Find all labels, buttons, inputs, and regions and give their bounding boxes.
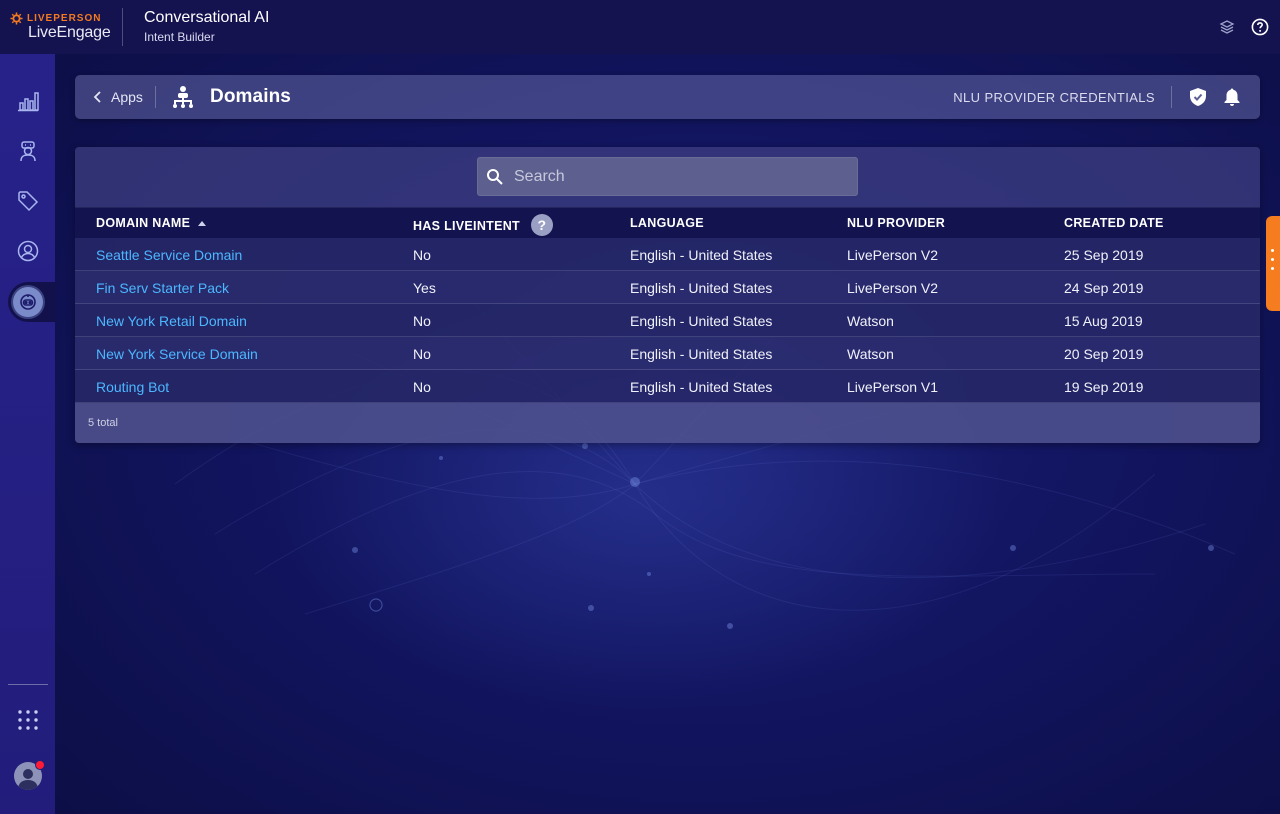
language-cell: English - United States <box>630 379 773 395</box>
created-date-cell: 25 Sep 2019 <box>1064 247 1144 263</box>
app-window: LIVEPERSON LiveEngage Conversational AI … <box>0 0 1280 814</box>
rail-item-tags[interactable] <box>0 181 55 221</box>
rail-item-apps-grid[interactable] <box>0 700 55 740</box>
column-label: NLU PROVIDER <box>847 216 946 230</box>
domain-name-link[interactable]: Routing Bot <box>96 379 169 395</box>
bell-icon[interactable] <box>1222 87 1242 107</box>
nlu-provider-cell: LivePerson V2 <box>847 280 939 296</box>
has-liveintent-cell: Yes <box>413 280 436 296</box>
bot-icon <box>19 294 36 310</box>
left-nav-rail <box>0 54 56 814</box>
created-date-cell: 15 Aug 2019 <box>1064 313 1143 329</box>
domain-name-link[interactable]: Fin Serv Starter Pack <box>96 280 229 296</box>
created-date-cell: 20 Sep 2019 <box>1064 346 1144 362</box>
domain-name-link[interactable]: New York Service Domain <box>96 346 258 362</box>
header-divider <box>155 86 156 108</box>
app-subtitle: Intent Builder <box>144 30 215 44</box>
person-silhouette-icon <box>18 769 38 790</box>
table-header: DOMAIN NAME HAS LIVEINTENT ? LANGUAGE NL… <box>75 207 1260 238</box>
column-header-domain-name[interactable]: DOMAIN NAME <box>96 216 207 230</box>
nlu-provider-cell: LivePerson V2 <box>847 247 939 263</box>
table-body: Seattle Service Domain No English - Unit… <box>75 238 1260 403</box>
has-liveintent-cell: No <box>413 313 431 329</box>
question-mark-icon[interactable]: ? <box>530 214 553 236</box>
app-title: Conversational AI <box>144 9 270 26</box>
user-avatar[interactable] <box>14 760 45 790</box>
column-header-created-date: CREATED DATE <box>1064 216 1164 230</box>
nlu-provider-cell: Watson <box>847 313 894 329</box>
search-input[interactable] <box>514 167 834 186</box>
agent-icon <box>19 141 36 162</box>
column-header-nlu-provider: NLU PROVIDER <box>847 216 945 230</box>
page-title: Domains <box>210 86 291 107</box>
chevron-left-icon <box>93 91 101 103</box>
created-date-cell: 24 Sep 2019 <box>1064 280 1144 296</box>
domains-icon <box>173 86 193 108</box>
nlu-provider-cell: Watson <box>847 346 894 362</box>
column-label: LANGUAGE <box>630 216 704 230</box>
language-cell: English - United States <box>630 247 773 263</box>
column-label: HAS LIVEINTENT <box>413 219 520 233</box>
top-bar: LIVEPERSON LiveEngage Conversational AI … <box>0 0 1280 54</box>
has-liveintent-cell: No <box>413 247 431 263</box>
bar-chart-icon <box>17 92 39 112</box>
column-header-has-liveintent: HAS LIVEINTENT ? <box>413 214 553 236</box>
brand-liveperson-text: LIVEPERSON <box>27 12 102 24</box>
has-liveintent-cell: No <box>413 379 431 395</box>
side-panel-tab[interactable] <box>1266 216 1280 311</box>
table-row[interactable]: New York Service Domain No English - Uni… <box>75 337 1260 370</box>
user-circle-icon <box>17 240 38 262</box>
back-to-apps-link[interactable]: Apps <box>93 87 143 107</box>
rail-item-analytics[interactable] <box>0 81 55 121</box>
domain-name-link[interactable]: Seattle Service Domain <box>96 247 242 263</box>
page-header: Apps Domains NLU PROVIDER CREDENTIALS <box>75 75 1260 119</box>
tag-icon <box>17 191 38 212</box>
column-label: DOMAIN NAME <box>96 216 191 230</box>
language-cell: English - United States <box>630 346 773 362</box>
language-cell: English - United States <box>630 313 773 329</box>
rail-item-conversational-ai[interactable] <box>0 282 55 322</box>
liveperson-sun-icon <box>10 12 23 25</box>
rail-divider <box>8 684 48 685</box>
rail-item-users[interactable] <box>0 231 55 271</box>
nlu-provider-credentials-link[interactable]: NLU PROVIDER CREDENTIALS <box>953 90 1155 105</box>
table-row[interactable]: Seattle Service Domain No English - Unit… <box>75 238 1260 271</box>
help-icon[interactable] <box>1250 17 1270 37</box>
notification-dot <box>35 760 45 770</box>
column-header-language: LANGUAGE <box>630 216 704 230</box>
sort-ascending-icon[interactable] <box>198 220 207 226</box>
search-bar <box>477 157 858 196</box>
language-cell: English - United States <box>630 280 773 296</box>
table-footer: 5 total <box>75 403 1260 443</box>
header-divider-right <box>1171 86 1172 108</box>
domains-table-panel: DOMAIN NAME HAS LIVEINTENT ? LANGUAGE NL… <box>75 147 1260 443</box>
table-row[interactable]: Routing Bot No English - United States L… <box>75 370 1260 403</box>
table-row[interactable]: New York Retail Domain No English - Unit… <box>75 304 1260 337</box>
liveengage-logo[interactable]: LIVEPERSON LiveEngage <box>10 12 111 42</box>
table-row[interactable]: Fin Serv Starter Pack Yes English - Unit… <box>75 271 1260 304</box>
created-date-cell: 19 Sep 2019 <box>1064 379 1144 395</box>
column-label: CREATED DATE <box>1064 216 1164 230</box>
back-label: Apps <box>111 89 143 105</box>
nlu-provider-cell: LivePerson V1 <box>847 379 939 395</box>
shield-icon[interactable] <box>1188 87 1208 107</box>
rail-item-agents[interactable] <box>0 131 55 171</box>
domain-name-link[interactable]: New York Retail Domain <box>96 313 247 329</box>
brand-divider <box>122 8 123 46</box>
total-count: 5 total <box>88 417 118 429</box>
search-icon <box>487 168 503 185</box>
layers-icon[interactable] <box>1217 17 1237 37</box>
apps-grid-icon <box>17 710 38 730</box>
more-vertical-icon <box>1271 249 1275 276</box>
brand-liveengage-text: LiveEngage <box>28 24 111 41</box>
has-liveintent-cell: No <box>413 346 431 362</box>
